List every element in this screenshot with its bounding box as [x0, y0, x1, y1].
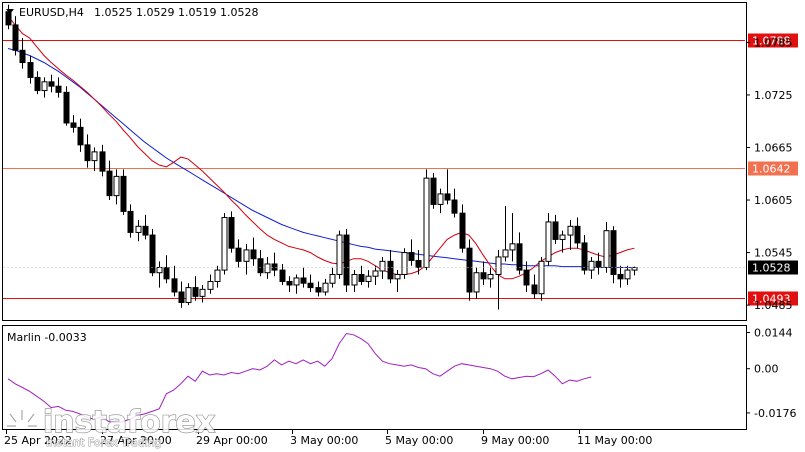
price-tick-label: 1.0545	[754, 247, 793, 260]
time-tick-label: 5 May 00:00	[385, 434, 453, 447]
price-tick-label: 1.0665	[754, 141, 793, 154]
candle	[466, 239, 473, 301]
price-tick-label: 1.0605	[754, 194, 793, 207]
candle	[423, 169, 430, 271]
price-tick-label: 1.0725	[754, 89, 793, 102]
oscillator-tick-label: 0.0144	[754, 327, 793, 340]
price-tick-label: 1.0485	[754, 299, 793, 312]
candle	[343, 228, 350, 292]
oscillator-tick-label: -0.0176	[754, 407, 796, 420]
candle	[149, 228, 156, 277]
level-price-text: 1.0642	[752, 163, 791, 176]
candle	[336, 230, 343, 279]
candle	[120, 169, 127, 215]
time-tick-label: 3 May 00:00	[290, 434, 358, 447]
price-tick-label: 1.0785	[754, 36, 793, 49]
candle	[228, 211, 235, 253]
level-price-tag: 1.0642	[748, 161, 798, 176]
watermark-tagline: Instant Forex Trading	[46, 436, 162, 449]
oscillator-name: Marlin -0.0033	[7, 331, 87, 344]
oscillator-tick-label: 0.00	[754, 363, 779, 376]
ohlc-values: 1.0525 1.0529 1.0519 1.0528	[94, 6, 258, 19]
candle	[610, 226, 617, 284]
candle	[538, 256, 545, 301]
oscillator-axis: 0.0144 0.00 -0.0176	[746, 327, 796, 420]
watermark-brand: instaforex	[43, 405, 215, 440]
symbol-label: EURUSD,H4	[19, 6, 84, 19]
candle	[221, 213, 228, 275]
candle	[430, 172, 437, 209]
current-price-tag: 1.0528	[748, 260, 798, 275]
candle	[401, 248, 408, 279]
current-price-text: 1.0528	[752, 262, 791, 275]
chart-canvas: 1.07881.06421.0493 1.07851.07251.06651.0…	[2, 2, 798, 450]
candle	[63, 86, 70, 126]
time-tick-label: 9 May 00:00	[481, 434, 549, 447]
time-tick-label: 11 May 00:00	[577, 434, 652, 447]
